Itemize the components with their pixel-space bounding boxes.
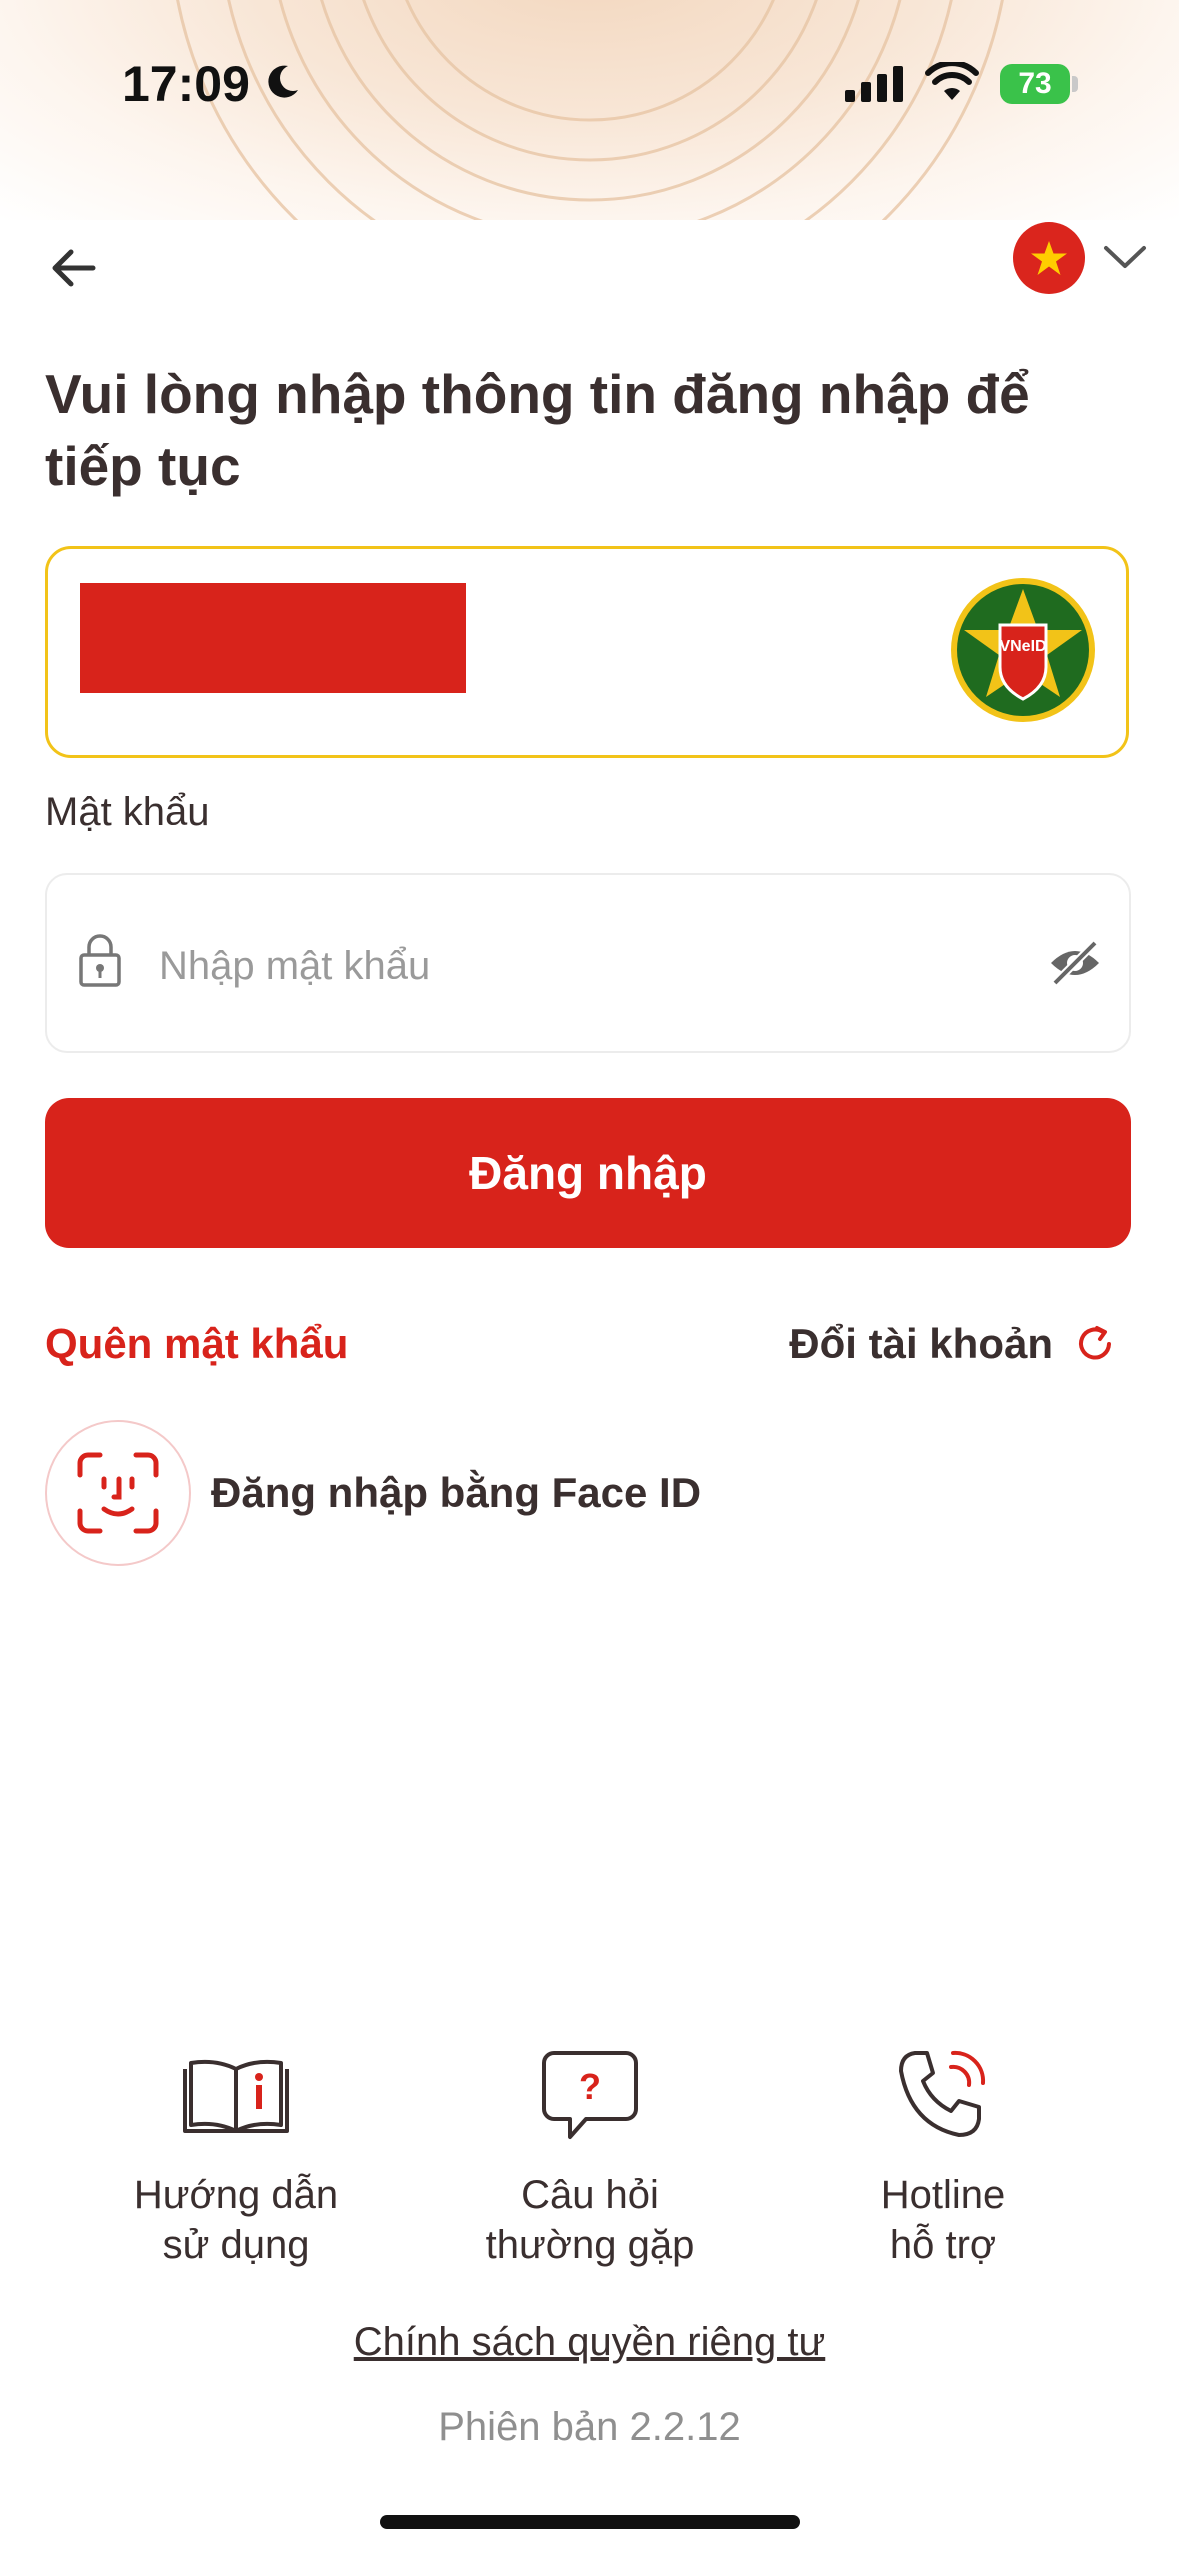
moon-icon [268,65,298,98]
user-guide-line1: Hướng dẫn [133,2173,339,2217]
hotline-line2: hỗ trợ [889,2223,997,2267]
face-id-icon-wrapper [45,1420,191,1566]
hotline-button[interactable]: Hotline hỗ trợ [793,2040,1093,2270]
app-version: Phiên bản 2.2.12 [438,2405,741,2449]
page-title: Vui lòng nhập thông tin đăng nhập để tiế… [45,363,1030,497]
faq-button[interactable]: ? Câu hỏi thường gặp [440,2040,740,2270]
face-id-login-button[interactable]: Đăng nhập bằng Face ID [45,1420,701,1566]
status-bar: 17:09 73 [0,0,1179,170]
password-input[interactable] [157,920,961,1012]
book-info-icon [183,2059,289,2133]
question-bubble-icon: ? [542,2051,638,2139]
battery-level: 73 [1018,67,1052,100]
lock-icon [79,934,121,987]
password-field-container[interactable] [45,873,1131,1053]
back-arrow-icon[interactable] [45,238,115,298]
battery-tip [1072,76,1078,92]
login-button[interactable]: Đăng nhập [45,1098,1131,1248]
user-guide-button[interactable]: Hướng dẫn sử dụng [86,2040,386,2270]
eye-hidden-icon[interactable] [1047,935,1103,991]
forgot-password-link[interactable]: Quên mật khẩu [45,1320,348,1368]
account-field[interactable]: VNeID [45,546,1129,758]
redacted-account-id [80,583,466,693]
refresh-icon [1079,1326,1111,1360]
wifi-icon [925,62,979,100]
vneid-badge-icon: VNeID [951,578,1095,722]
faq-line1: Câu hỏi [521,2173,659,2217]
language-flag[interactable] [1013,222,1085,294]
hotline-label: Hotline hỗ trợ [793,2170,1093,2270]
status-time: 17:09 [122,56,250,112]
badge-text: VNeID [999,638,1046,655]
switch-account-label: Đổi tài khoản [789,1320,1053,1367]
face-id-label: Đăng nhập bằng Face ID [211,1469,702,1516]
password-label: Mật khẩu [45,790,210,834]
phone-call-icon [899,2050,986,2137]
signal-icon [845,66,903,102]
battery-indicator: 73 [1000,64,1070,104]
home-indicator [380,2515,800,2529]
hotline-line1: Hotline [880,2173,1006,2217]
switch-account-button[interactable]: Đổi tài khoản [789,1320,1117,1368]
user-guide-line2: sử dụng [162,2223,310,2267]
faq-label: Câu hỏi thường gặp [440,2170,740,2270]
face-id-icon [77,1452,159,1534]
svg-text:?: ? [579,2066,601,2107]
chevron-down-icon[interactable] [1100,240,1150,274]
privacy-policy-link[interactable]: Chính sách quyền riêng tư [0,2320,1179,2365]
user-guide-label: Hướng dẫn sử dụng [86,2170,386,2270]
vietnam-flag-icon [1031,241,1067,275]
faq-line2: thường gặp [485,2223,695,2267]
